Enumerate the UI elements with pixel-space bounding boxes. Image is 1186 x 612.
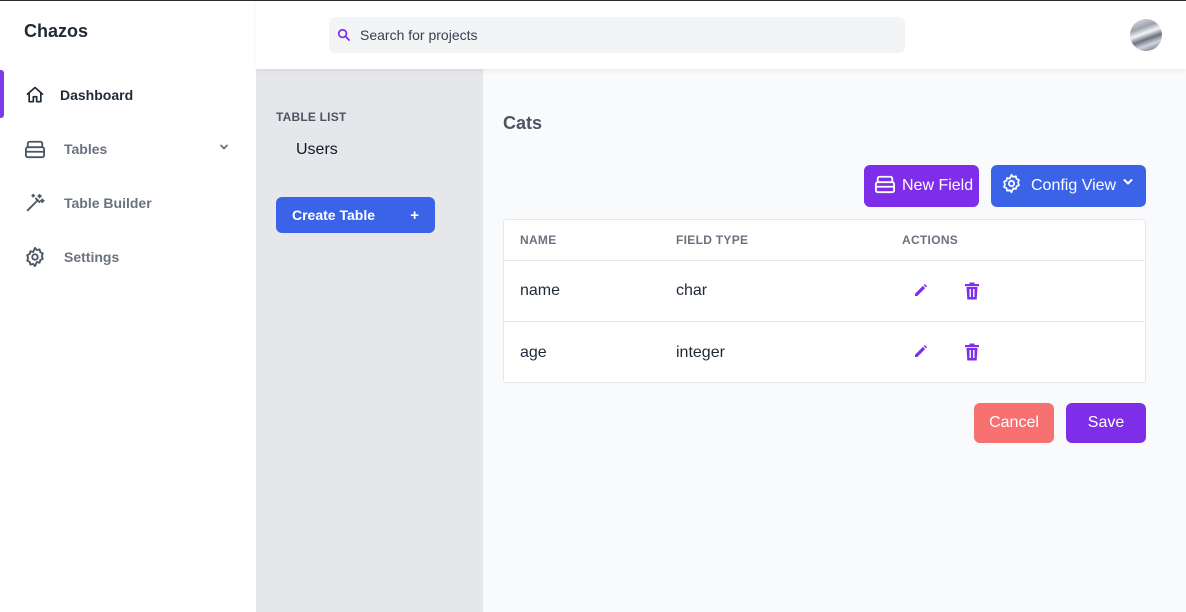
app-root: Chazos Dashboard Tables Table Builder Se… xyxy=(0,0,1186,612)
main-content: Cats New Field Config View NAME FIELD TY… xyxy=(483,69,1186,612)
sidebar: Chazos Dashboard Tables Table Builder Se… xyxy=(0,1,256,612)
create-table-label: Create Table xyxy=(292,207,375,223)
home-icon xyxy=(24,84,46,106)
sidebar-item-label: Table Builder xyxy=(64,195,152,211)
field-name-cell: age xyxy=(520,343,547,361)
sidebar-item-label: Dashboard xyxy=(60,87,134,103)
gear-icon xyxy=(24,246,46,268)
edit-pencil-icon[interactable] xyxy=(910,281,930,301)
table-icon xyxy=(24,138,46,160)
fields-table: NAME FIELD TYPE ACTIONS name char age in… xyxy=(503,219,1146,383)
create-table-button[interactable]: Create Table + xyxy=(276,197,435,233)
config-view-label: Config View xyxy=(1031,177,1117,194)
table-row: name char xyxy=(504,261,1145,322)
search-icon xyxy=(337,28,350,41)
new-field-button[interactable]: New Field xyxy=(864,165,979,207)
field-name-cell: name xyxy=(520,282,561,299)
column-header-name: NAME xyxy=(520,233,557,247)
column-header-actions: ACTIONS xyxy=(902,233,959,247)
sidebar-item-settings[interactable]: Settings xyxy=(0,230,256,284)
avatar[interactable] xyxy=(1130,19,1162,51)
search-bar[interactable] xyxy=(329,17,905,53)
chevron-down-icon[interactable] xyxy=(218,140,230,158)
magic-wand-icon xyxy=(24,192,46,214)
table-header-row: NAME FIELD TYPE ACTIONS xyxy=(504,220,1145,261)
sidebar-item-label: Settings xyxy=(64,249,120,265)
delete-trash-icon[interactable] xyxy=(962,342,982,362)
edit-pencil-icon[interactable] xyxy=(910,342,930,362)
sidebar-item-dashboard[interactable]: Dashboard xyxy=(0,68,256,122)
plus-icon: + xyxy=(410,206,419,224)
table-list-title: TABLE LIST xyxy=(276,110,347,124)
chevron-down-icon xyxy=(1122,175,1134,193)
column-header-field-type: FIELD TYPE xyxy=(676,233,749,247)
sidebar-item-tables[interactable]: Tables xyxy=(0,122,256,176)
table-row: age integer xyxy=(504,322,1145,382)
field-type-cell: char xyxy=(676,282,708,299)
new-field-label: New Field xyxy=(902,177,974,194)
sidebar-item-label: Tables xyxy=(64,141,108,157)
top-header xyxy=(256,1,1186,69)
delete-trash-icon[interactable] xyxy=(962,281,982,301)
search-input[interactable] xyxy=(360,27,880,43)
field-type-cell: integer xyxy=(676,343,725,361)
sidebar-nav: Dashboard Tables Table Builder Settings xyxy=(0,68,256,284)
sidebar-item-table-builder[interactable]: Table Builder xyxy=(0,176,256,230)
brand-title: Chazos xyxy=(24,21,89,41)
cancel-button[interactable]: Cancel xyxy=(974,403,1054,443)
table-icon xyxy=(874,174,896,199)
table-list-panel: TABLE LIST Users Create Table + xyxy=(256,69,483,612)
config-view-button[interactable]: Config View xyxy=(991,165,1146,207)
table-list-item-users[interactable]: Users xyxy=(296,141,338,159)
save-button[interactable]: Save xyxy=(1066,403,1146,443)
page-title: Cats xyxy=(503,113,543,133)
gear-icon xyxy=(1001,173,1022,199)
